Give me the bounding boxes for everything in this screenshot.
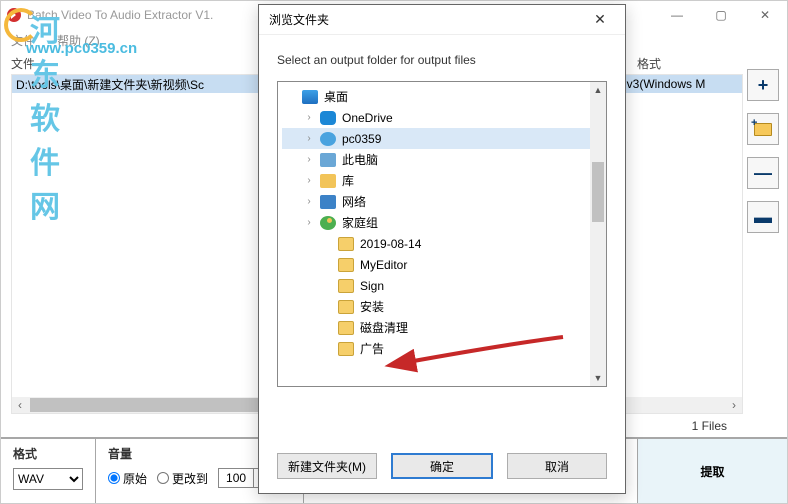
clear-button[interactable]: ▬ [747, 201, 779, 233]
folder-icon [338, 258, 354, 272]
user-icon [320, 132, 336, 146]
remove-button[interactable]: — [747, 157, 779, 189]
tree-item[interactable]: 安装 [282, 296, 602, 317]
add-file-button[interactable]: + [747, 69, 779, 101]
dialog-titlebar: 浏览文件夹 ✕ [259, 5, 625, 35]
scroll-thumb[interactable] [30, 398, 270, 412]
expand-icon[interactable]: › [304, 112, 314, 123]
expand-icon[interactable]: › [304, 217, 314, 228]
home-icon [320, 216, 336, 230]
lib-icon [320, 174, 336, 188]
tree-item-label: MyEditor [360, 258, 407, 272]
folder-icon [338, 342, 354, 356]
add-folder-button[interactable]: + [747, 113, 779, 145]
expand-icon[interactable]: › [304, 133, 314, 144]
cancel-button[interactable]: 取消 [507, 453, 607, 479]
tree-item[interactable]: 2019-08-14 [282, 233, 602, 254]
volume-original-radio[interactable]: 原始 [108, 470, 147, 487]
extract-button[interactable]: 提取 [637, 439, 787, 503]
tree-item[interactable]: › 网络 [282, 191, 602, 212]
folder-icon [338, 321, 354, 335]
tree-item[interactable]: 磁盘清理 [282, 317, 602, 338]
scroll-up-icon[interactable]: ▲ [590, 82, 606, 98]
onedrive-icon [320, 111, 336, 125]
tree-item[interactable]: Sign [282, 275, 602, 296]
new-folder-button[interactable]: 新建文件夹(M) [277, 453, 377, 479]
expand-icon[interactable]: › [304, 175, 314, 186]
app-icon [7, 8, 21, 22]
tree-item[interactable]: › pc0359 [282, 128, 602, 149]
tree-item-label: 网络 [342, 193, 366, 210]
folder-icon [338, 279, 354, 293]
tree-item-label: 库 [342, 172, 354, 189]
expand-icon[interactable]: › [304, 154, 314, 165]
menu-help[interactable]: 帮助 (Z) [57, 32, 100, 49]
tree-scroll-thumb[interactable] [592, 162, 604, 222]
tree-item-label: 2019-08-14 [360, 237, 421, 251]
tree-item[interactable]: 广告 [282, 338, 602, 359]
tree-item-label: 安装 [360, 298, 384, 315]
scroll-down-icon[interactable]: ▼ [590, 370, 606, 386]
tree-item[interactable]: › OneDrive [282, 107, 602, 128]
files-count: 1 Files [692, 419, 727, 433]
format-label: 格式 [13, 445, 83, 462]
folder-icon [338, 237, 354, 251]
expand-icon[interactable]: › [304, 196, 314, 207]
maximize-button[interactable]: ▢ [699, 1, 743, 29]
scroll-left-icon[interactable]: ‹ [12, 397, 28, 413]
tree-item-label: 桌面 [324, 88, 348, 105]
dialog-prompt: Select an output folder for output files [259, 35, 625, 75]
dialog-buttons: 新建文件夹(M) 确定 取消 [259, 439, 625, 493]
scroll-right-icon[interactable]: › [726, 397, 742, 413]
volume-change-radio[interactable]: 更改到 [157, 470, 208, 487]
format-select[interactable]: WAV [13, 468, 83, 490]
tree-item[interactable]: › 此电脑 [282, 149, 602, 170]
tree-item[interactable]: ›库 [282, 170, 602, 191]
minimize-button[interactable]: — [655, 1, 699, 29]
menu-file[interactable]: 文件 [11, 32, 35, 49]
tree-item-label: Sign [360, 279, 384, 293]
dialog-title: 浏览文件夹 [269, 11, 329, 28]
tree-item-label: OneDrive [342, 111, 393, 125]
ok-button[interactable]: 确定 [391, 453, 493, 479]
tree-item-label: pc0359 [342, 132, 381, 146]
tree-item-label: 家庭组 [342, 214, 378, 231]
tree-item[interactable]: › 家庭组 [282, 212, 602, 233]
window-controls: — ▢ ✕ [655, 1, 787, 29]
browse-folder-dialog: 浏览文件夹 ✕ Select an output folder for outp… [258, 4, 626, 494]
tree-item-label: 磁盘清理 [360, 319, 408, 336]
tree-item[interactable]: 桌面 [282, 86, 602, 107]
tree-item-label: 广告 [360, 340, 384, 357]
close-button[interactable]: ✕ [743, 1, 787, 29]
net-icon [320, 195, 336, 209]
dialog-close-button[interactable]: ✕ [585, 11, 615, 28]
side-toolbar: + + — ▬ [747, 69, 781, 233]
list-cell-format: wmv3(Windows M [608, 77, 738, 91]
pc-icon [320, 153, 336, 167]
tree-item-label: 此电脑 [342, 151, 378, 168]
folder-tree[interactable]: 桌面›OneDrive›pc0359›此电脑›库›网络›家庭组2019-08-1… [277, 81, 607, 387]
desktop-icon [302, 90, 318, 104]
tree-scrollbar[interactable]: ▲ ▼ [590, 82, 606, 386]
tree-item[interactable]: MyEditor [282, 254, 602, 275]
folder-icon [338, 300, 354, 314]
format-group: 格式 WAV [1, 439, 96, 503]
app-title: Batch Video To Audio Extractor V1. [27, 8, 213, 22]
